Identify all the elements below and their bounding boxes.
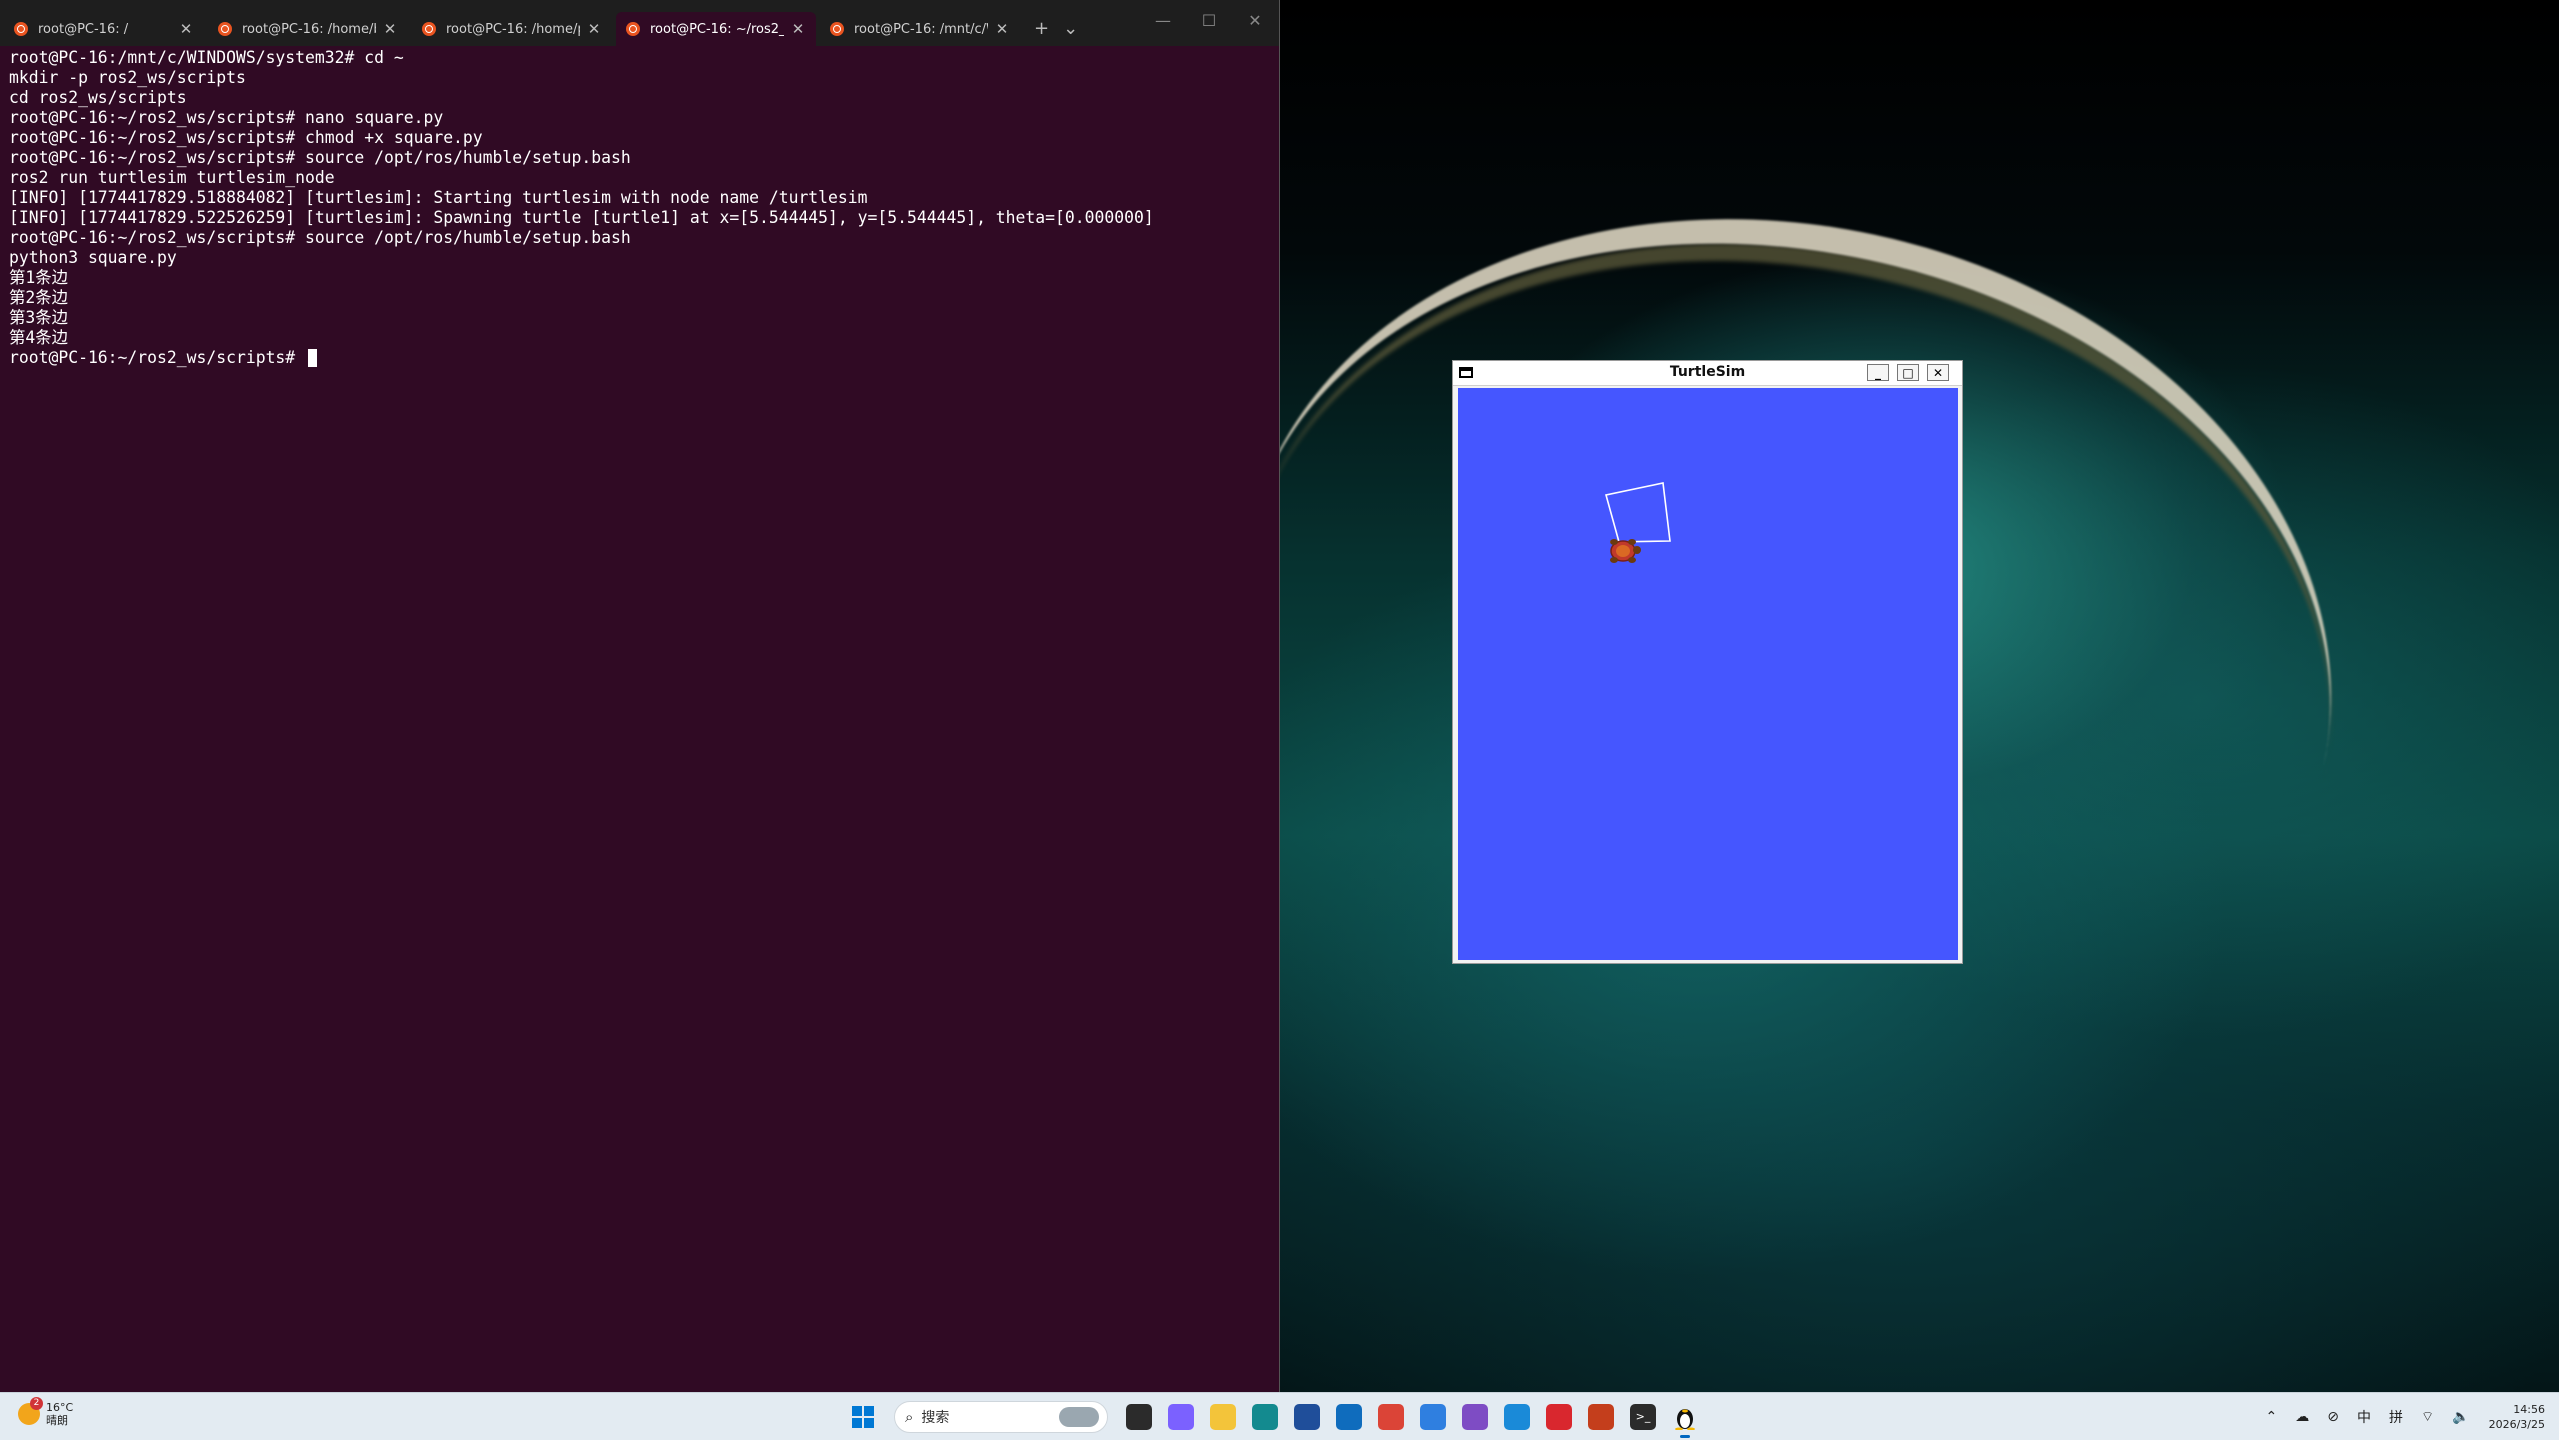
terminal-line: root@PC-16:~/ros2_ws/scripts# chmod +x s… (9, 128, 483, 147)
taskbar-apps: ⌕ 搜索 >_ (842, 1393, 1706, 1440)
terminal-line: root@PC-16:~/ros2_ws/scripts# nano squar… (9, 108, 444, 127)
powerpoint-icon[interactable] (1588, 1403, 1614, 1430)
terminal-line: ros2 run turtlesim turtlesim_node (9, 168, 335, 187)
terminal-line: [INFO] [1774417829.518884082] [turtlesim… (9, 188, 868, 207)
file-explorer-icon[interactable] (1210, 1403, 1236, 1430)
terminal-tab-4[interactable]: root@PC-16: ~/ros2_ws ✕ (616, 12, 816, 46)
terminal-tab-2[interactable]: root@PC-16: /home/bul ✕ (208, 12, 408, 46)
edge-icon[interactable] (1252, 1403, 1278, 1430)
terminal-line: root@PC-16:~/ros2_ws/scripts# source /op… (9, 148, 631, 167)
terminal-window[interactable]: root@PC-16: / ✕ root@PC-16: /home/bul ✕ … (0, 0, 1280, 1392)
terminal-prompt: root@PC-16:~/ros2_ws/scripts# (9, 348, 306, 367)
terminal-tab-5[interactable]: root@PC-16: /mnt/c/WI ✕ (820, 12, 1020, 46)
terminal-line: 第1条边 (9, 268, 69, 287)
terminal-line: [INFO] [1774417829.522526259] [turtlesim… (9, 208, 1154, 227)
wifi-icon[interactable]: ⌔ (2421, 1408, 2434, 1426)
close-tab-icon[interactable]: ✕ (790, 20, 806, 38)
terminal-line: root@PC-16:/mnt/c/WINDOWS/system32# cd ~ (9, 48, 404, 67)
ubuntu-icon (218, 22, 232, 36)
new-tab-button[interactable]: + (1034, 18, 1049, 39)
linux-penguin-icon[interactable] (1672, 1404, 1698, 1438)
notification-badge: 2 (30, 1397, 43, 1410)
ubuntu-icon (14, 22, 28, 36)
task-view-icon[interactable] (1126, 1403, 1152, 1430)
minimize-button[interactable]: _ (1867, 364, 1889, 381)
close-window-button[interactable]: ✕ (1927, 364, 1949, 381)
app-star-icon[interactable] (1420, 1403, 1446, 1430)
search-placeholder: 搜索 (921, 1409, 950, 1426)
clock[interactable]: 14:56 2026/3/25 (2489, 1402, 2545, 1432)
ubuntu-icon (830, 22, 844, 36)
close-tab-icon[interactable]: ✕ (586, 20, 602, 38)
clock-time: 14:56 (2513, 1402, 2545, 1416)
terminal-prompt-line: root@PC-16:~/ros2_ws/scripts# (9, 348, 1269, 368)
onedrive-icon[interactable]: ☁ (2295, 1409, 2309, 1425)
ime-mode[interactable]: 中 (2357, 1407, 2371, 1427)
tab-label: root@PC-16: / (38, 21, 129, 37)
weather-temp: 16°C (46, 1401, 74, 1414)
windows-start-icon[interactable] (850, 1404, 876, 1430)
chevron-up-icon[interactable]: ⌃ (2266, 1409, 2278, 1425)
chrome-icon[interactable] (1378, 1403, 1404, 1430)
volume-icon[interactable]: 🔈 (2452, 1409, 2469, 1425)
terminal-line: 第2条边 (9, 288, 69, 307)
search-box[interactable]: ⌕ 搜索 (894, 1400, 1108, 1433)
tab-label: root@PC-16: ~/ros2_ws (650, 21, 784, 37)
terminal-output[interactable]: root@PC-16:/mnt/c/WINDOWS/system32# cd ~… (9, 48, 1269, 368)
terminal-line: 第3条边 (9, 308, 69, 327)
maximize-button[interactable]: □ (1897, 364, 1919, 381)
clock-date: 2026/3/25 (2488, 1417, 2545, 1431)
system-tray: ⌃ ☁ ⊘ 中 拼 ⌔ 🔈 14:56 2026/3/25 (2257, 1393, 2559, 1440)
close-window-button[interactable]: ✕ (1232, 0, 1278, 40)
terminal-line: 第4条边 (9, 328, 69, 347)
no-sync-icon[interactable]: ⊘ (2327, 1409, 2339, 1425)
tab-dropdown-icon[interactable]: ⌄ (1063, 18, 1078, 39)
ubuntu-icon (626, 22, 640, 36)
minimize-button[interactable]: — (1140, 0, 1186, 40)
turtle-icon (1610, 539, 1641, 563)
weather-sun-icon: 2 (18, 1397, 43, 1425)
terminal-tab-bar: root@PC-16: / ✕ root@PC-16: /home/bul ✕ … (0, 0, 1279, 46)
taskbar: 2 16°C 晴朗 ⌕ 搜索 >_ ⌃ ☁ ⊘ 中 拼 ⌔ 🔈 14:56 2026… (0, 1392, 2559, 1440)
vscode-icon[interactable] (1504, 1403, 1530, 1430)
search-icon: ⌕ (905, 1407, 914, 1426)
terminal-line: cd ros2_ws/scripts (9, 88, 187, 107)
visual-studio-icon[interactable] (1462, 1403, 1488, 1430)
tab-label: root@PC-16: /home/bul (242, 21, 376, 37)
wps-icon[interactable] (1546, 1403, 1572, 1430)
turtlesim-drawing (1605, 482, 1671, 563)
ime-layout[interactable]: 拼 (2389, 1407, 2403, 1427)
terminal-line: python3 square.py (9, 248, 177, 267)
maximize-button[interactable]: ☐ (1186, 0, 1232, 40)
terminal-cursor (308, 349, 318, 367)
turtlesim-window[interactable]: TurtleSim _ □ ✕ (1452, 360, 1963, 964)
ubuntu-icon (422, 22, 436, 36)
turtle-path (1605, 482, 1671, 543)
close-tab-icon[interactable]: ✕ (994, 20, 1010, 38)
search-highlight-icon (1059, 1406, 1099, 1427)
copilot-icon[interactable] (1168, 1403, 1194, 1430)
tab-label: root@PC-16: /home/pyt (446, 21, 580, 37)
weather-widget[interactable]: 2 16°C 晴朗 (18, 1397, 74, 1427)
weather-condition: 晴朗 (46, 1414, 68, 1427)
outlook-icon[interactable] (1336, 1403, 1362, 1430)
terminal-tab-1[interactable]: root@PC-16: / ✕ (4, 12, 204, 46)
turtlesim-titlebar[interactable]: TurtleSim _ □ ✕ (1453, 361, 1962, 386)
terminal-line: mkdir -p ros2_ws/scripts (9, 68, 246, 87)
store-icon[interactable] (1294, 1403, 1320, 1430)
close-tab-icon[interactable]: ✕ (382, 20, 398, 38)
running-indicator (1680, 1434, 1690, 1438)
terminal-line: root@PC-16:~/ros2_ws/scripts# source /op… (9, 228, 631, 247)
terminal-tab-3[interactable]: root@PC-16: /home/pyt ✕ (412, 12, 612, 46)
terminal-icon[interactable]: >_ (1630, 1403, 1656, 1430)
turtlesim-canvas[interactable] (1458, 388, 1958, 960)
close-tab-icon[interactable]: ✕ (178, 20, 194, 38)
tab-label: root@PC-16: /mnt/c/WI (854, 21, 988, 37)
